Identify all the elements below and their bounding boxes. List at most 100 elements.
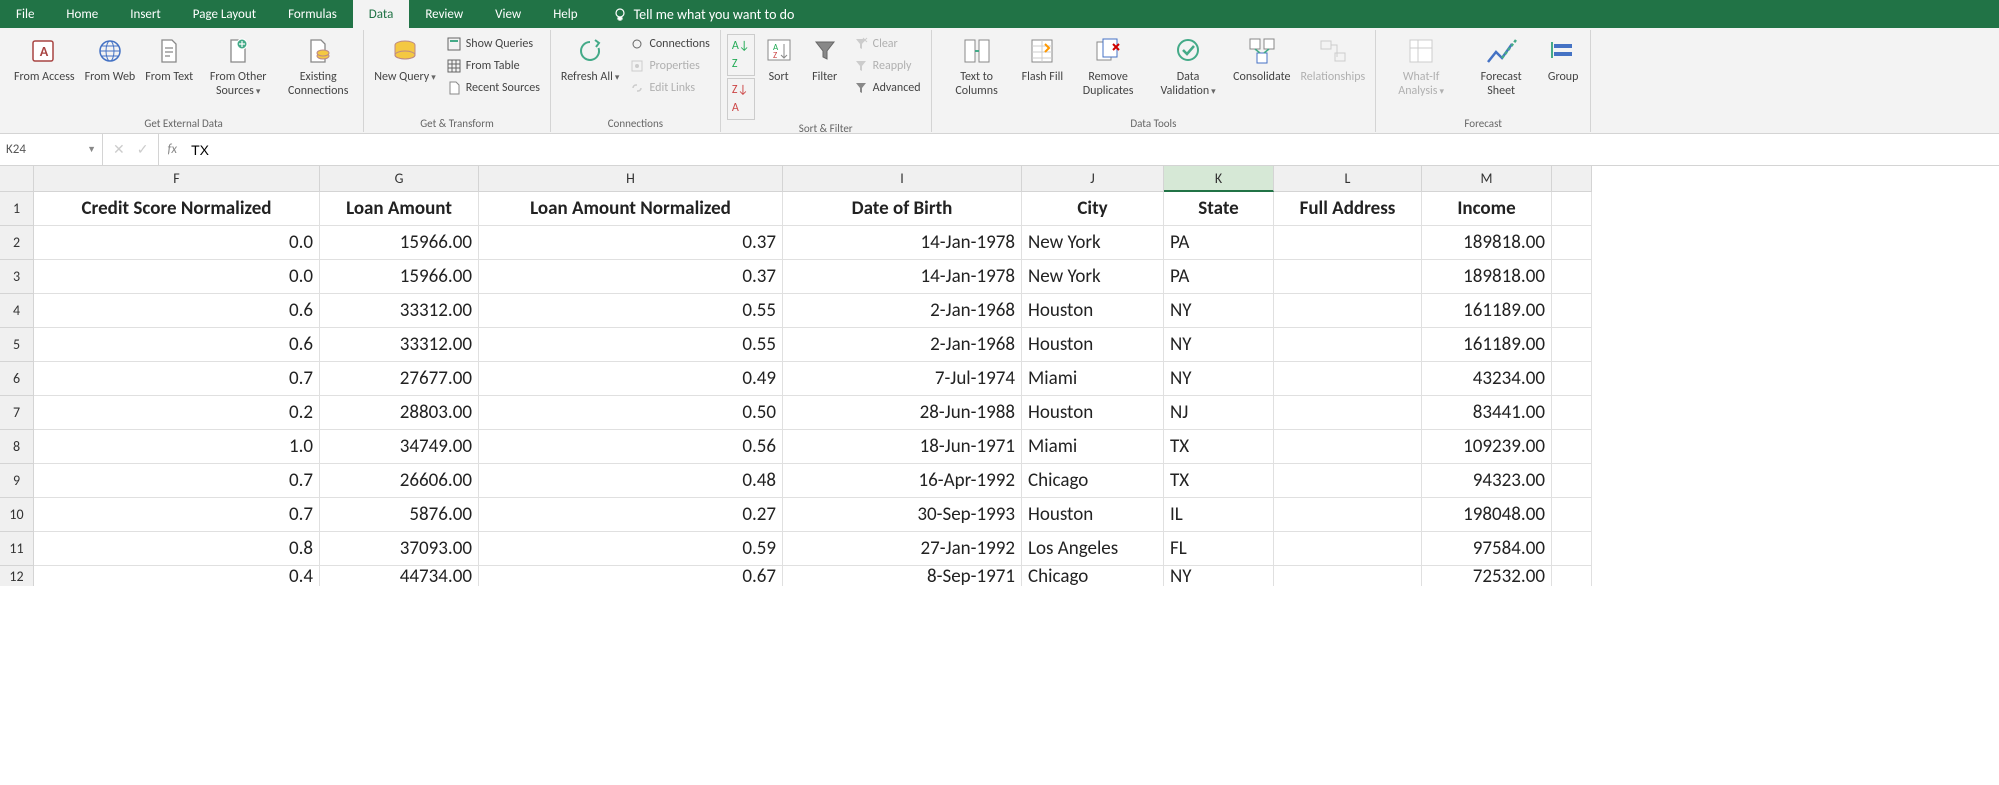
data-cell[interactable]: Chicago [1022,464,1164,498]
data-cell[interactable]: 0.8 [34,532,320,566]
enter-icon[interactable]: ✓ [137,141,149,158]
data-cell[interactable]: 0.49 [479,362,783,396]
row-header[interactable]: 4 [0,294,34,328]
data-cell[interactable] [1274,294,1422,328]
data-cell[interactable] [1274,396,1422,430]
row-header[interactable]: 2 [0,226,34,260]
data-cell[interactable]: IL [1164,498,1274,532]
existing-connections-button[interactable]: Existing Connections [279,32,357,101]
header-cell[interactable]: Credit Score Normalized [34,192,320,226]
data-cell[interactable] [1552,532,1592,566]
name-box-dropdown-icon[interactable]: ▼ [87,144,96,155]
from-text-button[interactable]: From Text [141,32,197,86]
data-cell[interactable]: 72532.00 [1422,566,1552,586]
data-cell[interactable]: 8-Sep-1971 [783,566,1022,586]
data-cell[interactable]: 161189.00 [1422,328,1552,362]
data-cell[interactable]: 33312.00 [320,328,479,362]
fx-icon[interactable]: fx [159,142,185,157]
show-queries-button[interactable]: Show Queries [442,34,544,54]
name-box[interactable]: K24 ▼ [0,134,103,165]
sort-button[interactable]: AZ Sort [757,32,801,86]
data-cell[interactable] [1552,362,1592,396]
col-header-F[interactable]: F [34,166,320,192]
header-cell[interactable]: Loan Amount [320,192,479,226]
data-cell[interactable]: 0.0 [34,226,320,260]
data-cell[interactable] [1274,328,1422,362]
data-cell[interactable] [1552,396,1592,430]
row-header[interactable]: 5 [0,328,34,362]
data-cell[interactable]: 28-Jun-1988 [783,396,1022,430]
header-cell[interactable]: Full Address [1274,192,1422,226]
data-cell[interactable]: Los Angeles [1022,532,1164,566]
tab-formulas[interactable]: Formulas [272,0,353,28]
consolidate-button[interactable]: Consolidate [1229,32,1294,86]
data-cell[interactable] [1274,566,1422,586]
data-cell[interactable] [1552,498,1592,532]
data-cell[interactable]: 0.7 [34,498,320,532]
data-cell[interactable]: Chicago [1022,566,1164,586]
data-cell[interactable] [1274,260,1422,294]
data-cell[interactable] [1552,294,1592,328]
data-cell[interactable]: 30-Sep-1993 [783,498,1022,532]
data-cell[interactable]: Miami [1022,430,1164,464]
row-header[interactable]: 7 [0,396,34,430]
select-all-corner[interactable] [0,166,34,192]
data-cell[interactable]: Houston [1022,498,1164,532]
data-cell[interactable]: 7-Jul-1974 [783,362,1022,396]
data-cell[interactable] [1552,566,1592,586]
tab-home[interactable]: Home [50,0,114,28]
data-cell[interactable]: 0.37 [479,226,783,260]
from-web-button[interactable]: From Web [81,32,140,86]
data-cell[interactable] [1552,328,1592,362]
data-cell[interactable]: 1.0 [34,430,320,464]
sort-desc-button[interactable]: Z↓A [727,78,755,120]
refresh-all-button[interactable]: Refresh All [557,32,624,86]
data-validation-button[interactable]: Data Validation [1149,32,1227,101]
data-cell[interactable]: 14-Jan-1978 [783,260,1022,294]
tab-help[interactable]: Help [537,0,593,28]
data-cell[interactable]: 0.48 [479,464,783,498]
data-cell[interactable]: 15966.00 [320,260,479,294]
data-cell[interactable] [1274,430,1422,464]
advanced-button[interactable]: Advanced [849,78,925,98]
col-header-M[interactable]: M [1422,166,1552,192]
header-cell[interactable]: Loan Amount Normalized [479,192,783,226]
tab-file[interactable]: File [0,0,50,28]
data-cell[interactable] [1552,192,1592,226]
header-cell[interactable]: Income [1422,192,1552,226]
data-cell[interactable]: 15966.00 [320,226,479,260]
data-cell[interactable]: 5876.00 [320,498,479,532]
tab-page-layout[interactable]: Page Layout [177,0,272,28]
data-cell[interactable]: 0.2 [34,396,320,430]
row-header[interactable]: 10 [0,498,34,532]
tab-data[interactable]: Data [353,0,410,28]
data-cell[interactable] [1552,260,1592,294]
data-cell[interactable]: TX [1164,430,1274,464]
data-cell[interactable] [1274,498,1422,532]
data-cell[interactable]: 28803.00 [320,396,479,430]
data-cell[interactable]: 18-Jun-1971 [783,430,1022,464]
header-cell[interactable]: City [1022,192,1164,226]
data-cell[interactable]: 27677.00 [320,362,479,396]
row-header[interactable]: 8 [0,430,34,464]
data-cell[interactable]: PA [1164,226,1274,260]
data-cell[interactable]: 27-Jan-1992 [783,532,1022,566]
data-cell[interactable] [1274,464,1422,498]
data-cell[interactable]: 97584.00 [1422,532,1552,566]
new-query-button[interactable]: New Query [370,32,440,86]
data-cell[interactable]: 43234.00 [1422,362,1552,396]
data-cell[interactable]: NJ [1164,396,1274,430]
data-cell[interactable]: PA [1164,260,1274,294]
header-cell[interactable]: State [1164,192,1274,226]
data-cell[interactable]: 0.37 [479,260,783,294]
data-cell[interactable]: 94323.00 [1422,464,1552,498]
tab-insert[interactable]: Insert [114,0,177,28]
forecast-sheet-button[interactable]: Forecast Sheet [1462,32,1540,101]
data-cell[interactable]: 0.55 [479,328,783,362]
col-header-G[interactable]: G [320,166,479,192]
data-cell[interactable]: 14-Jan-1978 [783,226,1022,260]
col-header-I[interactable]: I [783,166,1022,192]
data-cell[interactable]: 0.4 [34,566,320,586]
row-header[interactable]: 6 [0,362,34,396]
data-cell[interactable]: 189818.00 [1422,226,1552,260]
